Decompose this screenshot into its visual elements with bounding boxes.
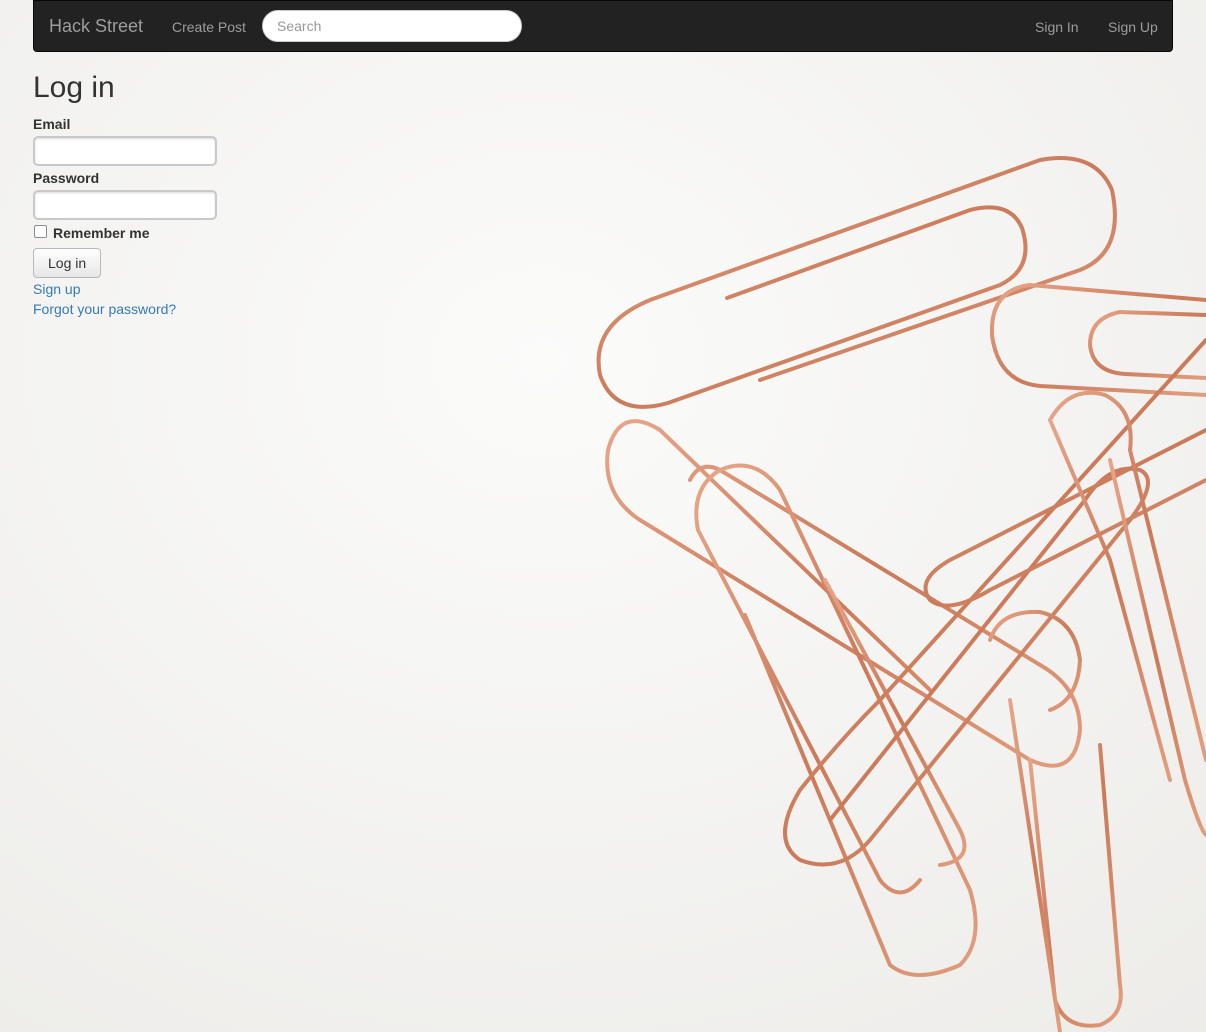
forgot-password-link[interactable]: Forgot your password?: [33, 299, 217, 319]
remember-me-label: Remember me: [53, 225, 150, 241]
email-field[interactable]: [33, 136, 217, 166]
create-post-link[interactable]: Create Post: [172, 18, 246, 36]
brand-link[interactable]: Hack Street: [49, 16, 143, 36]
email-label: Email: [33, 116, 71, 132]
sign-up-nav-link[interactable]: Sign Up: [1108, 18, 1158, 36]
page-title: Log in: [33, 71, 115, 104]
remember-me-row: Remember me: [33, 224, 217, 244]
password-field[interactable]: [33, 190, 217, 220]
top-navbar: Hack Street Create Post Sign In Sign Up: [33, 0, 1173, 52]
login-form: Log in Email Password Remember me Log in…: [33, 70, 217, 319]
sign-up-link[interactable]: Sign up: [33, 279, 217, 299]
search-input[interactable]: [262, 10, 522, 42]
log-in-button[interactable]: Log in: [33, 248, 102, 278]
sign-in-link[interactable]: Sign In: [1035, 18, 1079, 36]
password-label: Password: [33, 170, 100, 186]
remember-me-checkbox[interactable]: [34, 225, 47, 238]
